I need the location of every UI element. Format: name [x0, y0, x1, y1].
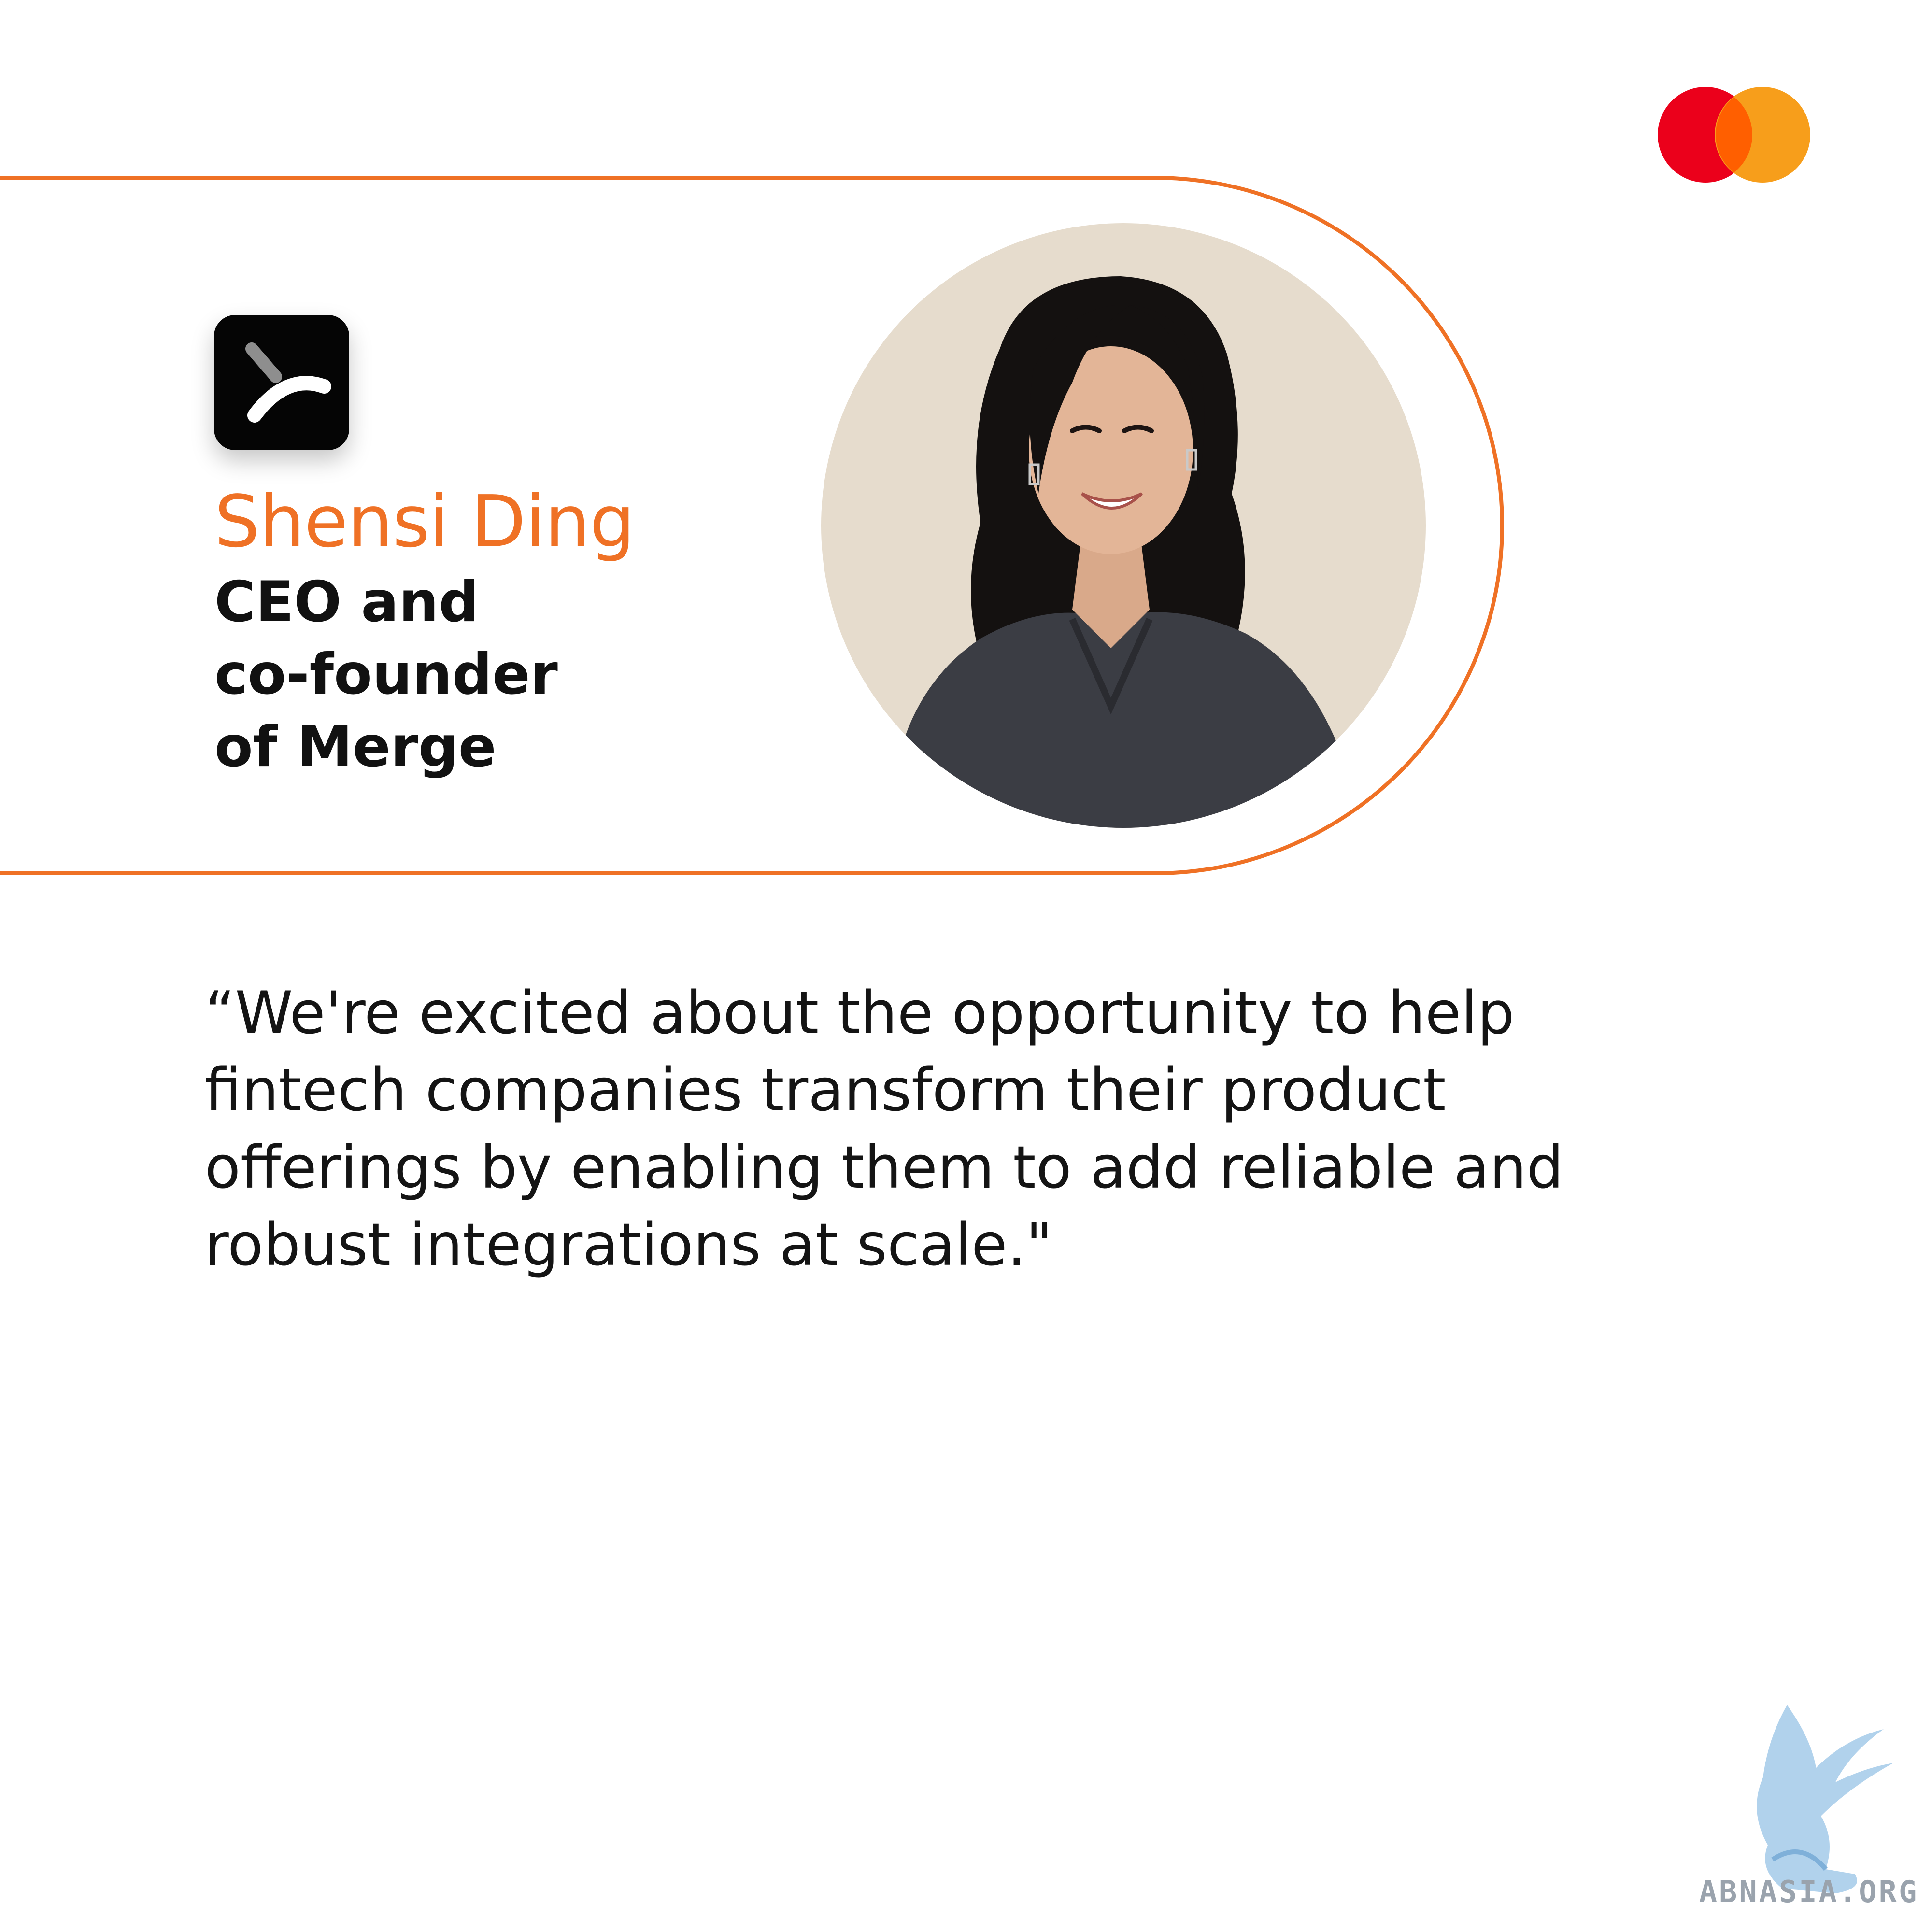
quote-line: fintech companies transform their produc…	[205, 1056, 1446, 1124]
person-name: Shensi Ding	[214, 480, 635, 563]
portrait-photo	[821, 223, 1426, 828]
quote-line: “We're excited about the opportunity to …	[205, 979, 1515, 1047]
person-title-line: CEO and	[214, 569, 479, 635]
person-title-line: of Merge	[214, 714, 497, 780]
quote-card: Shensi Ding CEO and co-founder of Merge	[0, 0, 1932, 1932]
quote-text: “We're excited about the opportunity to …	[205, 975, 1799, 1284]
merge-logo-icon	[214, 315, 349, 450]
mastercard-logo-icon	[1658, 87, 1810, 183]
person-title-line: co-founder	[214, 642, 558, 707]
quote-line: offerings by enabling them to add reliab…	[205, 1134, 1564, 1202]
quote-line: robust integrations at scale."	[205, 1211, 1053, 1279]
watermark-text: ABNASIA.ORG	[1699, 1874, 1919, 1909]
person-title: CEO and co-founder of Merge	[214, 566, 794, 783]
